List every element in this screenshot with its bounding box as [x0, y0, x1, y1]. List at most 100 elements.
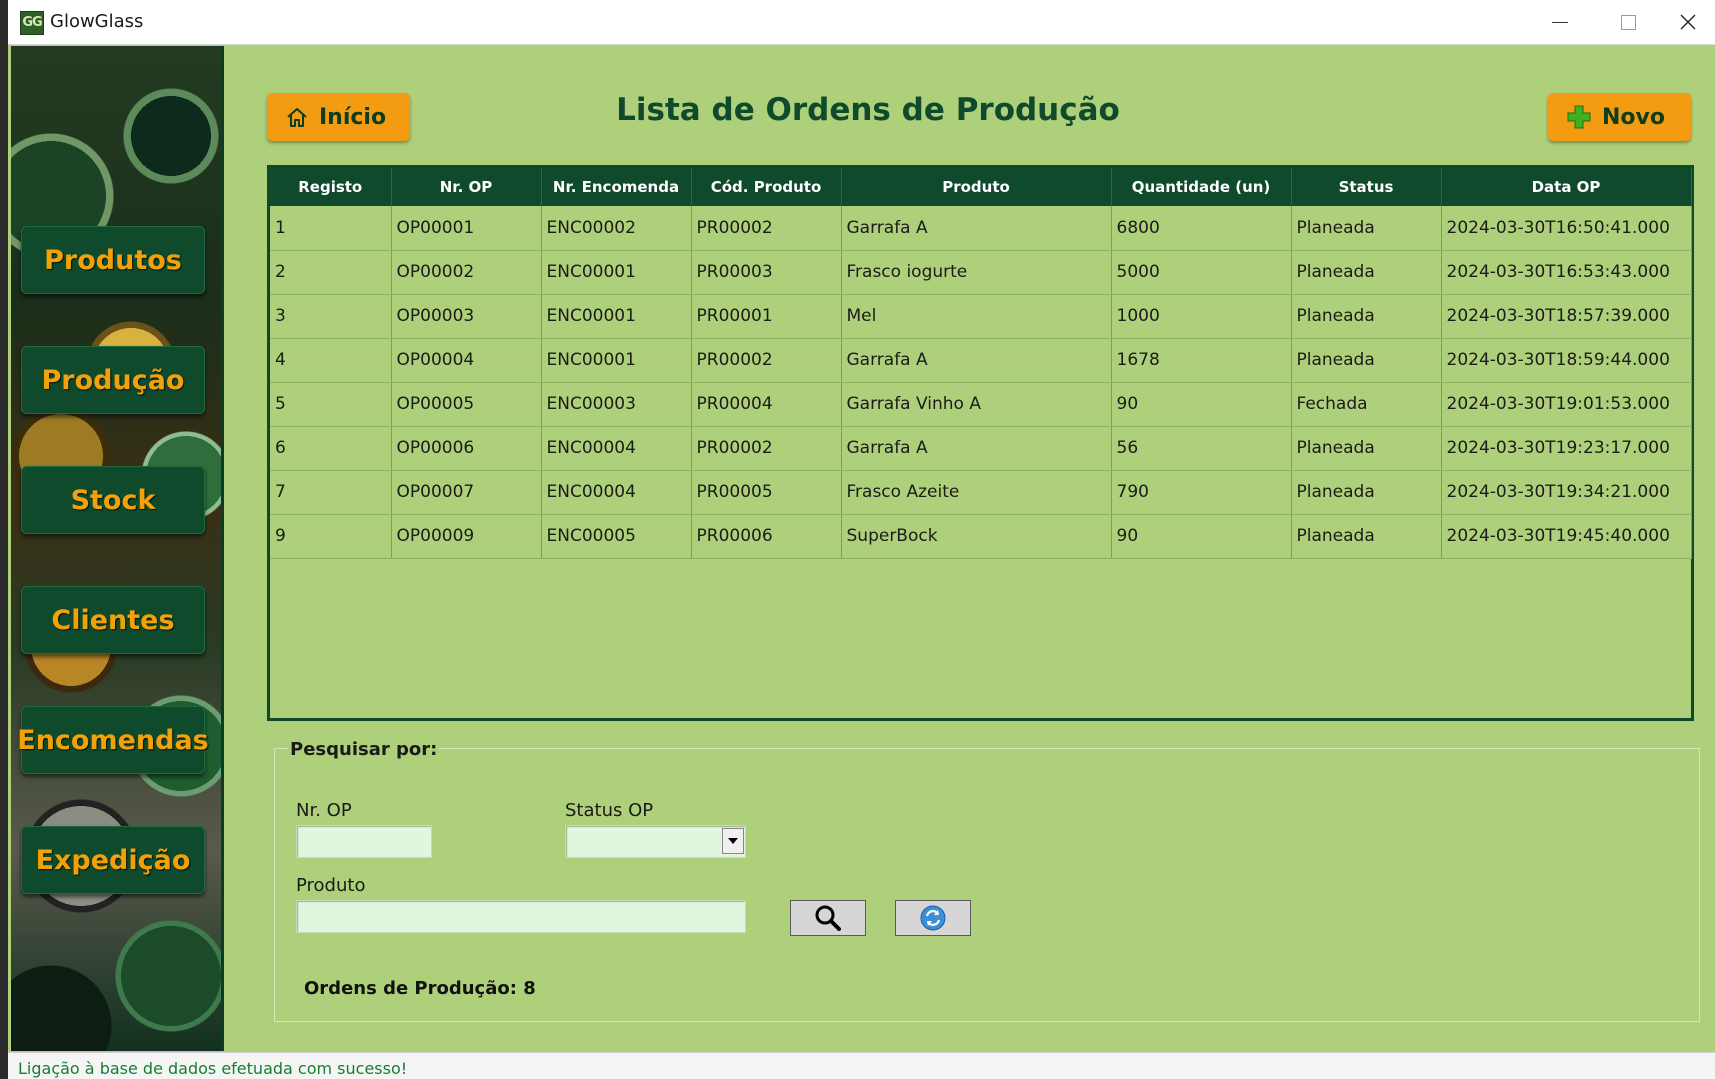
table-cell: 2024-03-30T18:57:39.000	[1441, 294, 1692, 339]
table-cell: OP00009	[391, 514, 542, 559]
table-cell: 2	[270, 250, 392, 295]
chevron-down-icon	[728, 838, 738, 844]
refresh-button[interactable]	[895, 900, 971, 936]
window-title: GlowGlass	[50, 11, 144, 32]
table-cell: PR00004	[691, 382, 842, 427]
table-cell: ENC00002	[541, 206, 692, 251]
table-cell: OP00003	[391, 294, 542, 339]
table-row[interactable]: 1 OP00001 ENC00002 PR00002 Garrafa A 680…	[270, 206, 1692, 251]
table-cell: ENC00004	[541, 470, 692, 515]
sidebar-item-expedicao[interactable]: Expedição	[21, 826, 205, 894]
table-cell: 4	[270, 338, 392, 383]
table-cell: Garrafa A	[841, 206, 1112, 251]
table-cell: ENC00003	[541, 382, 692, 427]
maximize-button[interactable]	[1598, 0, 1658, 44]
op-number-input[interactable]	[296, 825, 432, 858]
table-cell: Mel	[841, 294, 1112, 339]
search-button[interactable]	[790, 900, 866, 936]
table-cell: 2024-03-30T18:59:44.000	[1441, 338, 1692, 383]
product-label: Produto	[296, 875, 366, 896]
table-cell: PR00002	[691, 206, 842, 251]
refresh-icon	[920, 905, 946, 931]
table-cell: OP00006	[391, 426, 542, 471]
table-cell: 2024-03-30T19:01:53.000	[1441, 382, 1692, 427]
maximize-icon	[1620, 14, 1636, 30]
table-cell: 5	[270, 382, 392, 427]
table-row[interactable]: 9 OP00009 ENC00005 PR00006 SuperBock 90 …	[270, 514, 1692, 559]
sidebar-item-producao[interactable]: Produção	[21, 346, 205, 414]
column-header[interactable]: Nr. Encomenda	[541, 168, 692, 206]
table-cell: Planeada	[1291, 294, 1442, 339]
column-header[interactable]: Quantidade (un)	[1111, 168, 1292, 206]
table-cell: ENC00001	[541, 294, 692, 339]
product-input[interactable]	[296, 900, 746, 933]
table-cell: PR00002	[691, 338, 842, 383]
sidebar-item-produtos[interactable]: Produtos	[21, 226, 205, 294]
table-cell: Frasco iogurte	[841, 250, 1112, 295]
table-cell: Planeada	[1291, 206, 1442, 251]
new-label: Novo	[1602, 104, 1665, 130]
column-header[interactable]: Data OP	[1441, 168, 1692, 206]
sidebar-item-encomendas[interactable]: Encomendas	[17, 706, 209, 774]
op-number-label: Nr. OP	[296, 800, 352, 821]
minimize-button[interactable]	[1530, 0, 1590, 44]
table-cell: Planeada	[1291, 426, 1442, 471]
column-header[interactable]: Status	[1291, 168, 1442, 206]
orders-count: Ordens de Produção: 8	[304, 978, 536, 999]
column-header[interactable]: Cód. Produto	[691, 168, 842, 206]
table-row[interactable]: 4 OP00004 ENC00001 PR00002 Garrafa A 167…	[270, 338, 1692, 383]
sidebar-item-stock[interactable]: Stock	[21, 466, 205, 534]
title-bar: GG GlowGlass	[8, 0, 1715, 45]
app-window: GG GlowGlass Produtos Produção Stock Cli…	[8, 0, 1715, 1079]
search-icon	[815, 905, 841, 931]
table-cell: 1	[270, 206, 392, 251]
table-cell: PR00003	[691, 250, 842, 295]
table-cell: PR00005	[691, 470, 842, 515]
column-header[interactable]: Registo	[270, 168, 392, 206]
table-cell: OP00007	[391, 470, 542, 515]
table-cell: Garrafa A	[841, 338, 1112, 383]
sidebar-item-clientes[interactable]: Clientes	[21, 586, 205, 654]
page-title: Lista de Ordens de Produção	[616, 92, 1120, 128]
table-header: Registo Nr. OP Nr. Encomenda Cód. Produt…	[270, 168, 1692, 206]
table-row[interactable]: 3 OP00003 ENC00001 PR00001 Mel 1000 Plan…	[270, 294, 1692, 339]
orders-table[interactable]: Registo Nr. OP Nr. Encomenda Cód. Produt…	[267, 165, 1694, 721]
table-cell: 90	[1111, 382, 1292, 427]
column-header[interactable]: Produto	[841, 168, 1112, 206]
table-cell: 1678	[1111, 338, 1292, 383]
column-header[interactable]: Nr. OP	[391, 168, 542, 206]
status-op-select[interactable]	[565, 825, 746, 858]
status-message: Ligação à base de dados efetuada com suc…	[18, 1059, 408, 1078]
table-cell: OP00001	[391, 206, 542, 251]
table-cell: 90	[1111, 514, 1292, 559]
table-row[interactable]: 6 OP00006 ENC00004 PR00002 Garrafa A 56 …	[270, 426, 1692, 471]
table-cell: OP00005	[391, 382, 542, 427]
close-button[interactable]	[1658, 0, 1715, 44]
table-cell: Planeada	[1291, 250, 1442, 295]
table-cell: 3	[270, 294, 392, 339]
status-bar: Ligação à base de dados efetuada com suc…	[8, 1052, 1715, 1079]
table-row[interactable]: 7 OP00007 ENC00004 PR00005 Frasco Azeite…	[270, 470, 1692, 515]
table-cell: 2024-03-30T16:53:43.000	[1441, 250, 1692, 295]
dropdown-arrow-button[interactable]	[722, 828, 744, 854]
table-cell: Planeada	[1291, 338, 1442, 383]
table-cell: PR00002	[691, 426, 842, 471]
close-icon	[1680, 14, 1696, 30]
table-cell: 6	[270, 426, 392, 471]
table-cell: ENC00001	[541, 250, 692, 295]
table-cell: 5000	[1111, 250, 1292, 295]
table-cell: 9	[270, 514, 392, 559]
table-cell: OP00004	[391, 338, 542, 383]
new-button[interactable]: Novo	[1548, 93, 1691, 141]
plus-icon	[1567, 105, 1591, 129]
table-cell: 2024-03-30T19:34:21.000	[1441, 470, 1692, 515]
table-cell: Frasco Azeite	[841, 470, 1112, 515]
table-row[interactable]: 2 OP00002 ENC00001 PR00003 Frasco iogurt…	[270, 250, 1692, 295]
table-cell: PR00001	[691, 294, 842, 339]
sidebar: Produtos Produção Stock Clientes Encomen…	[11, 46, 224, 1051]
table-row[interactable]: 5 OP00005 ENC00003 PR00004 Garrafa Vinho…	[270, 382, 1692, 427]
table-cell: 2024-03-30T19:23:17.000	[1441, 426, 1692, 471]
table-cell: 2024-03-30T19:45:40.000	[1441, 514, 1692, 559]
table-cell: PR00006	[691, 514, 842, 559]
table-cell: Garrafa A	[841, 426, 1112, 471]
